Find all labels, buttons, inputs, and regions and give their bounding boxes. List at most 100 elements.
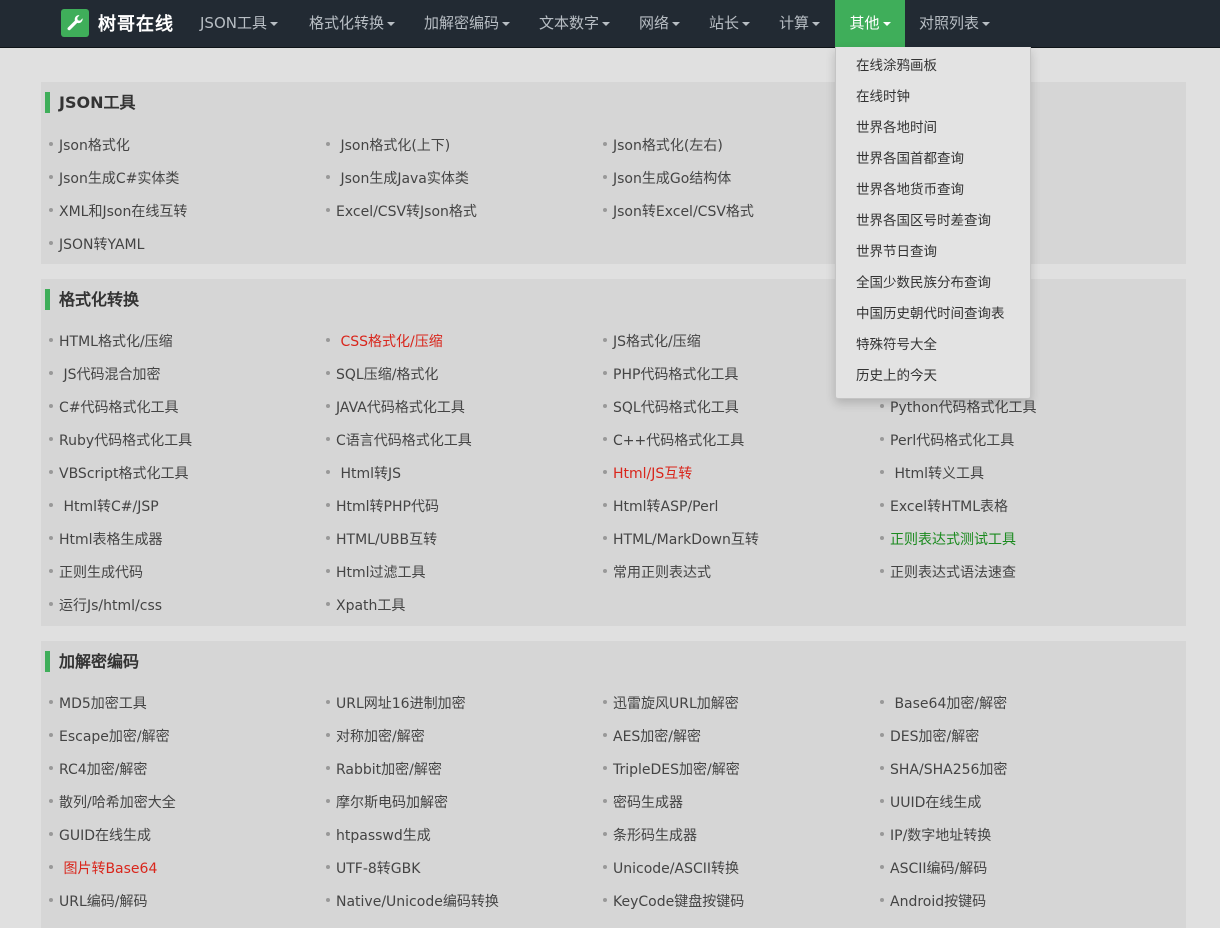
brand[interactable]: 树哥在线 — [61, 9, 174, 37]
tool-link[interactable]: 迅雷旋风URL加解密 — [603, 693, 739, 715]
tool-link[interactable]: DES加密/解密 — [880, 726, 979, 748]
menu-item-world-currency[interactable]: 世界各地货币查询 — [856, 179, 964, 201]
tool-link[interactable]: HTML/UBB互转 — [326, 529, 437, 551]
tool-link[interactable]: Excel转HTML表格 — [880, 496, 1008, 518]
tool-link[interactable]: 运行Js/html/css — [49, 595, 162, 617]
nav-calculate[interactable]: 计算 — [779, 0, 821, 47]
tool-link[interactable]: Html转C#/JSP — [49, 496, 159, 518]
tool-label: ASCII编码/解码 — [890, 861, 988, 877]
tool-link[interactable]: htpasswd生成 — [326, 825, 431, 847]
tool-label: CSS格式化/压缩 — [340, 334, 443, 350]
nav-encrypt-encode[interactable]: 加解密编码 — [424, 0, 511, 47]
tool-link[interactable]: Unicode/ASCII转换 — [603, 858, 739, 880]
tool-link[interactable]: 条形码生成器 — [603, 825, 697, 847]
tool-link[interactable]: KeyCode键盘按键码 — [603, 891, 744, 913]
menu-item-world-time[interactable]: 世界各地时间 — [856, 117, 937, 139]
menu-item-dynasty-timeline[interactable]: 中国历史朝代时间查询表 — [856, 303, 1005, 325]
tool-link[interactable]: Json格式化 — [49, 135, 130, 157]
tool-link[interactable]: Ruby代码格式化工具 — [49, 430, 192, 452]
tool-link[interactable]: MD5加密工具 — [49, 693, 147, 715]
bullet-icon — [603, 437, 607, 441]
menu-item-world-holidays[interactable]: 世界节日查询 — [856, 241, 937, 263]
bullet-icon — [880, 832, 884, 836]
menu-item-area-code-timezone[interactable]: 世界各国区号时差查询 — [856, 210, 991, 232]
tool-link[interactable]: IP/数字地址转换 — [880, 825, 991, 847]
tool-link[interactable]: URL编码/解码 — [49, 891, 148, 913]
tool-link[interactable]: Perl代码格式化工具 — [880, 430, 1014, 452]
tool-link[interactable]: UTF-8转GBK — [326, 858, 420, 880]
tool-link[interactable]: Html转PHP代码 — [326, 496, 439, 518]
tool-link[interactable]: Json格式化(左右) — [603, 135, 723, 157]
tool-link[interactable]: SQL压缩/格式化 — [326, 364, 438, 386]
tool-link[interactable]: CSS格式化/压缩 — [326, 331, 443, 353]
tool-link[interactable]: JS格式化/压缩 — [603, 331, 701, 353]
tool-link[interactable]: 对称加密/解密 — [326, 726, 425, 748]
tool-link[interactable]: 摩尔斯电码加解密 — [326, 792, 448, 814]
tool-link[interactable]: 图片转Base64 — [49, 858, 157, 880]
tool-link[interactable]: TripleDES加密/解密 — [603, 759, 740, 781]
tool-link[interactable]: 正则表达式测试工具 — [880, 529, 1016, 551]
nav-webmaster[interactable]: 站长 — [709, 0, 751, 47]
tool-link[interactable]: Native/Unicode编码转换 — [326, 891, 499, 913]
tool-link[interactable]: PHP代码格式化工具 — [603, 364, 738, 386]
menu-item-special-symbols[interactable]: 特殊符号大全 — [856, 334, 937, 356]
tool-link[interactable]: Xpath工具 — [326, 595, 405, 617]
tool-link[interactable]: Html转义工具 — [880, 463, 984, 485]
tool-link[interactable]: 正则表达式语法速查 — [880, 562, 1016, 584]
tool-link[interactable]: JSON转YAML — [49, 234, 144, 256]
tool-link[interactable]: SHA/SHA256加密 — [880, 759, 1007, 781]
tool-link[interactable]: VBScript格式化工具 — [49, 463, 189, 485]
tool-link[interactable]: UUID在线生成 — [880, 792, 981, 814]
tool-link[interactable]: Html转ASP/Perl — [603, 496, 718, 518]
nav-network[interactable]: 网络 — [639, 0, 681, 47]
tool-link[interactable]: Base64加密/解密 — [880, 693, 1007, 715]
tool-link[interactable]: 散列/哈希加密大全 — [49, 792, 176, 814]
tool-link[interactable]: 常用正则表达式 — [603, 562, 711, 584]
tool-link[interactable]: HTML/MarkDown互转 — [603, 529, 759, 551]
tool-label: JAVA代码格式化工具 — [336, 400, 465, 416]
tool-link[interactable]: AES加密/解密 — [603, 726, 701, 748]
tool-link[interactable]: Html/JS互转 — [603, 463, 692, 485]
tool-link[interactable]: Escape加密/解密 — [49, 726, 170, 748]
tool-link[interactable]: 密码生成器 — [603, 792, 683, 814]
tool-link[interactable]: Rabbit加密/解密 — [326, 759, 442, 781]
tool-link[interactable]: Json生成Java实体类 — [326, 168, 469, 190]
tool-link[interactable]: Json格式化(上下) — [326, 135, 450, 157]
menu-item-online-clock[interactable]: 在线时钟 — [856, 86, 910, 108]
bullet-icon — [326, 371, 330, 375]
nav-other[interactable]: 其他 — [835, 0, 905, 47]
tool-link[interactable]: Python代码格式化工具 — [880, 397, 1037, 419]
tool-link[interactable]: Html过滤工具 — [326, 562, 426, 584]
tool-link[interactable]: HTML格式化/压缩 — [49, 331, 173, 353]
tool-link[interactable]: Html表格生成器 — [49, 529, 163, 551]
tool-link[interactable]: Html转JS — [326, 463, 401, 485]
tool-link[interactable]: JS代码混合加密 — [49, 364, 160, 386]
nav-reference-lists[interactable]: 对照列表 — [919, 0, 991, 47]
tool-link[interactable]: URL网址16进制加密 — [326, 693, 466, 715]
menu-item-world-capitals[interactable]: 世界各国首都查询 — [856, 148, 964, 170]
tool-link[interactable]: Json转Excel/CSV格式 — [603, 201, 754, 223]
tool-link[interactable]: ASCII编码/解码 — [880, 858, 987, 880]
menu-item-today-in-history[interactable]: 历史上的今天 — [856, 365, 937, 387]
tool-link[interactable]: Json生成C#实体类 — [49, 168, 179, 190]
nav-text-number[interactable]: 文本数字 — [539, 0, 611, 47]
menu-item-graffiti-board[interactable]: 在线涂鸦画板 — [856, 55, 937, 77]
tool-link[interactable]: Json生成Go结构体 — [603, 168, 731, 190]
nav-json-tools[interactable]: JSON工具 — [200, 0, 278, 47]
caret-down-icon — [742, 21, 751, 26]
tool-link[interactable]: C++代码格式化工具 — [603, 430, 744, 452]
bullet-icon — [326, 536, 330, 540]
tool-link[interactable]: XML和Json在线互转 — [49, 201, 187, 223]
tool-link[interactable]: C语言代码格式化工具 — [326, 430, 472, 452]
tool-link[interactable]: Excel/CSV转Json格式 — [326, 201, 477, 223]
tool-link[interactable]: 正则生成代码 — [49, 562, 143, 584]
tool-link[interactable]: GUID在线生成 — [49, 825, 151, 847]
menu-item-ethnic-distribution[interactable]: 全国少数民族分布查询 — [856, 272, 991, 294]
tool-link[interactable]: SQL代码格式化工具 — [603, 397, 739, 419]
tool-link[interactable]: JAVA代码格式化工具 — [326, 397, 465, 419]
nav-format-convert[interactable]: 格式化转换 — [309, 0, 396, 47]
tool-link[interactable]: RC4加密/解密 — [49, 759, 147, 781]
nav-label: 加解密编码 — [424, 14, 500, 32]
tool-link[interactable]: C#代码格式化工具 — [49, 397, 179, 419]
tool-link[interactable]: Android按键码 — [880, 891, 986, 913]
